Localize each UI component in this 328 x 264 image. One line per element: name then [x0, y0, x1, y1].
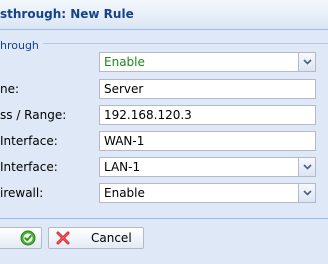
address-range-value: 192.168.120.3 [104, 108, 192, 122]
firewall-select[interactable]: Enable [99, 183, 316, 203]
red-x-icon [55, 230, 71, 249]
internal-interface-value: LAN-1 [104, 160, 141, 174]
firewall-dropdown-trigger[interactable] [298, 184, 315, 202]
chevron-down-icon [303, 59, 312, 65]
chevron-down-icon [303, 164, 312, 170]
internal-interface-select[interactable]: LAN-1 [99, 157, 316, 177]
dialog-body: hrough Enable ne: Server ss / Range: 192… [0, 30, 328, 233]
name-value: Server [104, 82, 144, 96]
firewall-label: irewall: [0, 186, 44, 200]
firewall-value: Enable [104, 186, 145, 200]
name-input[interactable]: Server [99, 79, 316, 99]
dialog-titlebar[interactable]: sthrough: New Rule [0, 0, 328, 30]
address-range-input[interactable]: 192.168.120.3 [99, 105, 316, 125]
dialog-footer: Cancel [0, 218, 328, 264]
name-label: ne: [0, 82, 20, 96]
fieldset-legend: hrough [0, 39, 43, 53]
check-circle-icon [20, 230, 36, 249]
external-interface-field[interactable]: WAN-1 [99, 131, 316, 151]
status-select[interactable]: Enable [99, 52, 316, 72]
dialog-title: sthrough: New Rule [0, 7, 134, 21]
internal-interface-dropdown-trigger[interactable] [298, 158, 315, 176]
external-interface-label: Interface: [0, 134, 58, 148]
status-dropdown-trigger[interactable] [298, 53, 315, 71]
status-value: Enable [104, 55, 145, 69]
external-interface-value: WAN-1 [104, 134, 145, 148]
cancel-label: Cancel [91, 231, 132, 245]
internal-interface-label: Interface: [0, 160, 58, 174]
chevron-down-icon [303, 190, 312, 196]
ok-button[interactable] [0, 227, 42, 249]
cancel-button[interactable]: Cancel [48, 227, 144, 249]
address-range-label: ss / Range: [0, 108, 67, 122]
